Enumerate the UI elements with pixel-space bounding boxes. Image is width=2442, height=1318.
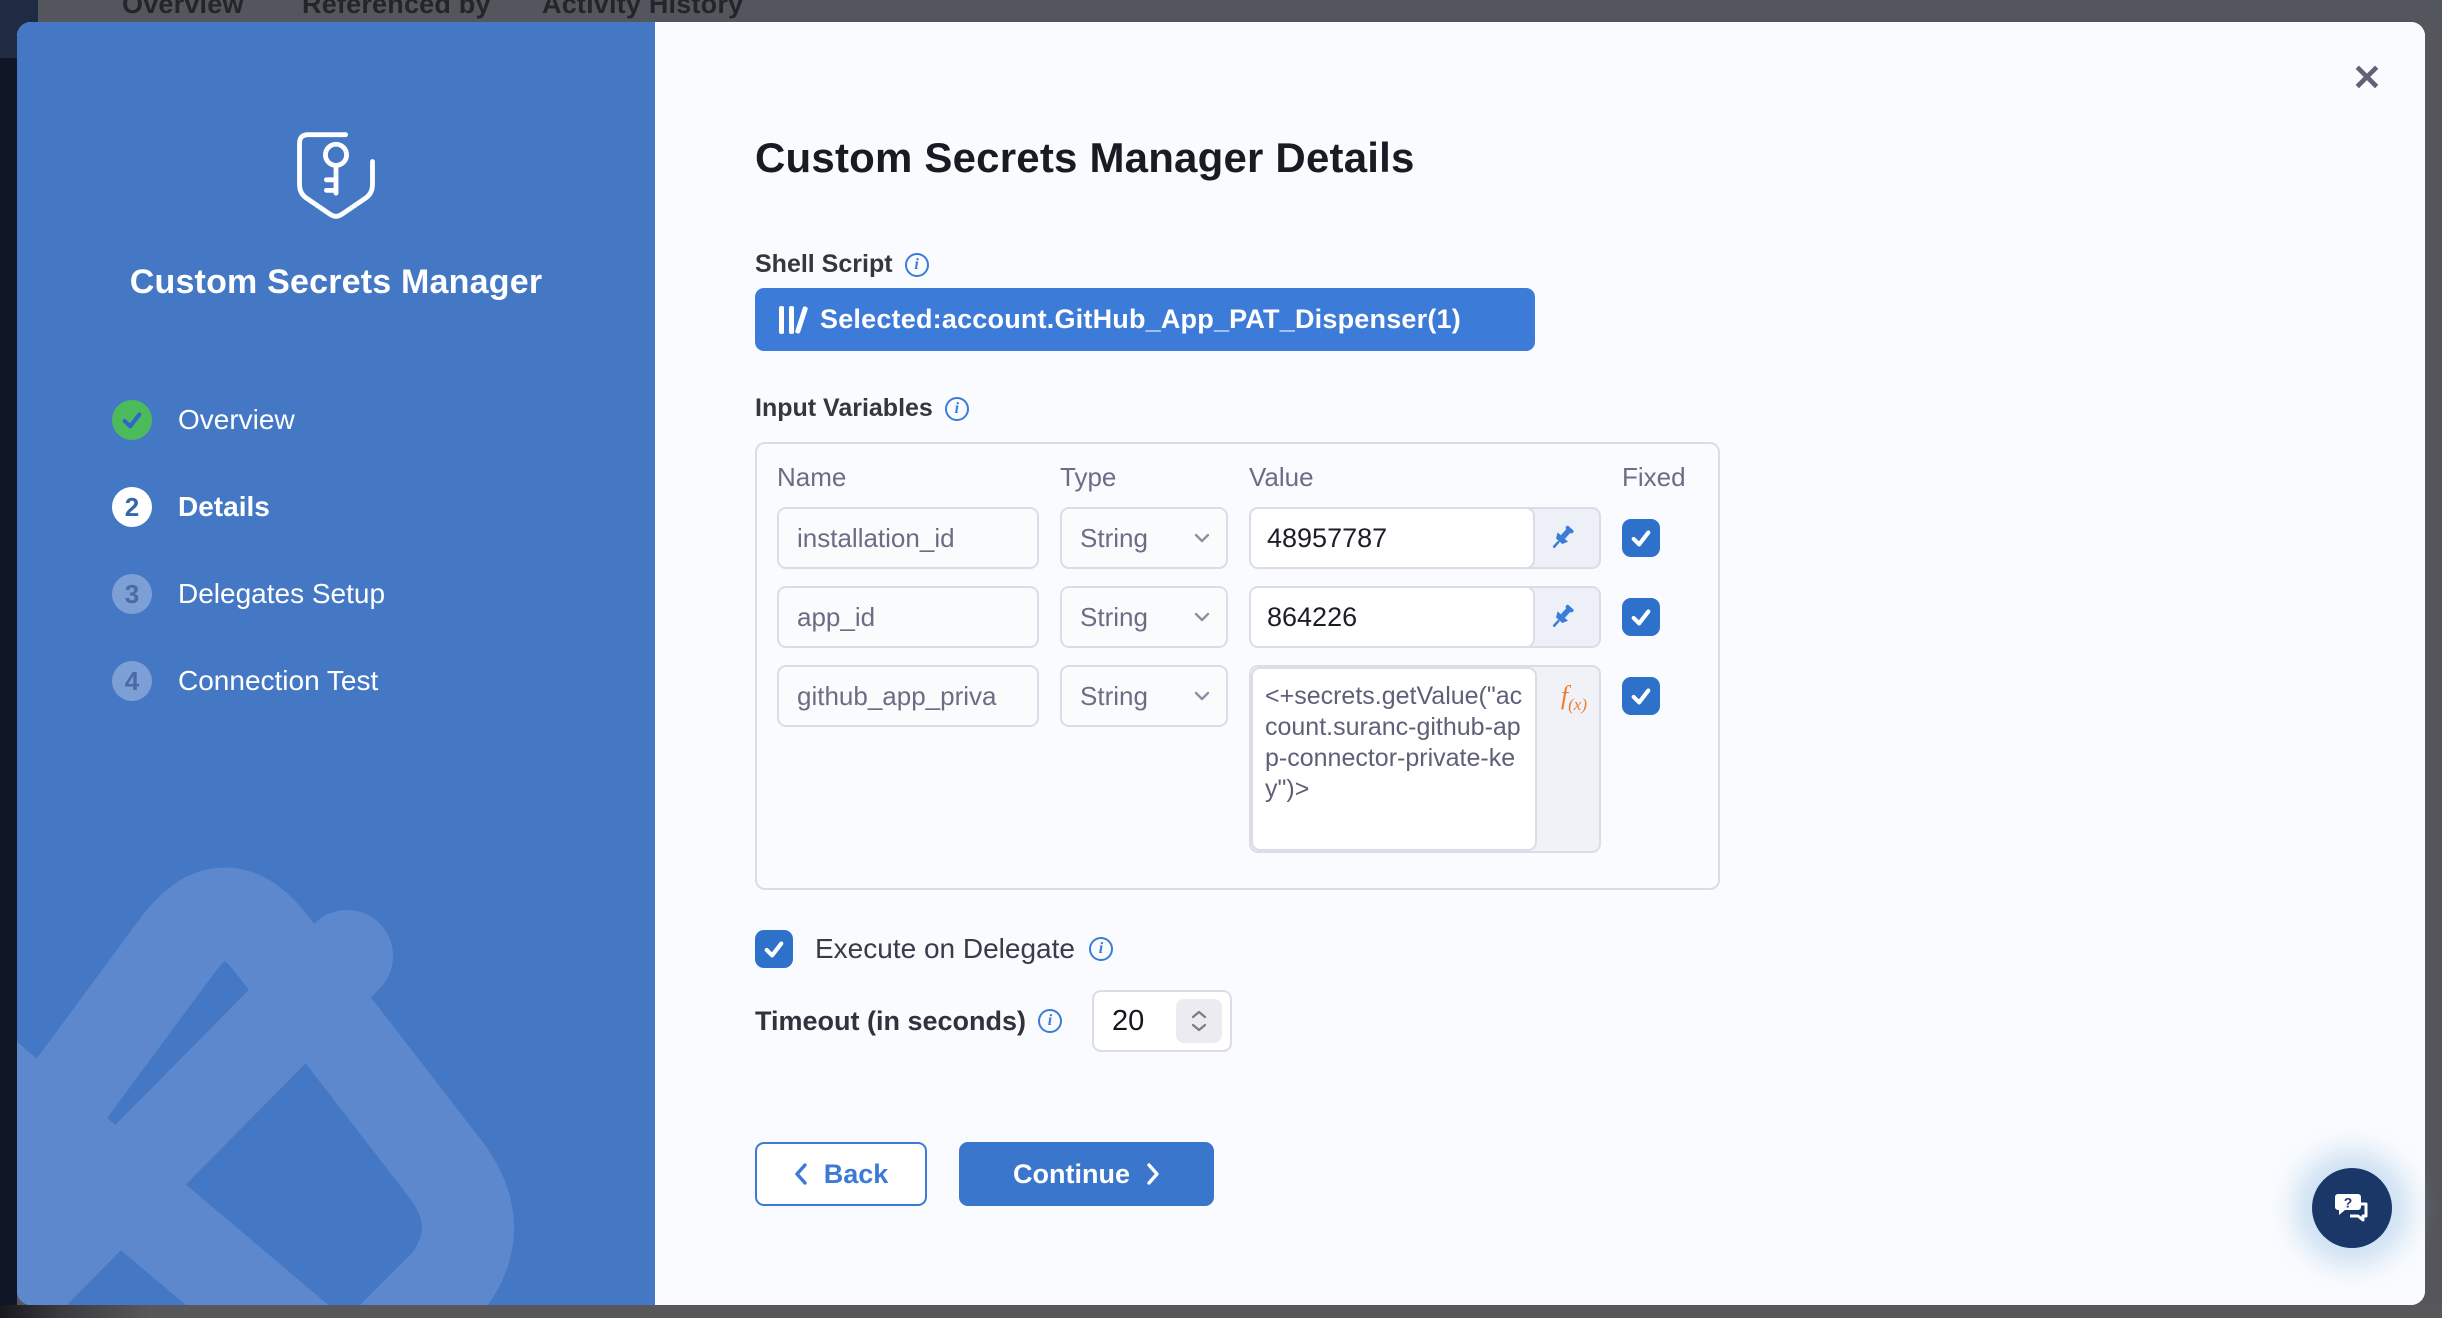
back-button[interactable]: Back bbox=[755, 1142, 927, 1206]
page-title: Custom Secrets Manager Details bbox=[755, 134, 1415, 182]
step-label: Details bbox=[178, 491, 270, 523]
brand-watermark-logo bbox=[17, 841, 655, 1305]
step-delegates-setup[interactable]: 3 Delegates Setup bbox=[112, 574, 655, 614]
execute-on-delegate-checkbox[interactable] bbox=[755, 930, 793, 968]
step-label: Delegates Setup bbox=[178, 578, 385, 610]
info-icon[interactable]: i bbox=[905, 253, 929, 277]
details-panel: ✕ Custom Secrets Manager Details Shell S… bbox=[655, 22, 2425, 1305]
wizard-buttons: Back Continue bbox=[755, 1142, 1214, 1206]
variable-value-group bbox=[1249, 586, 1601, 648]
fixed-checkbox[interactable] bbox=[1622, 677, 1660, 715]
column-header-name: Name bbox=[777, 462, 1039, 493]
pin-icon bbox=[1547, 523, 1577, 553]
type-select-value: String bbox=[1080, 602, 1148, 633]
variable-value-group bbox=[1249, 507, 1601, 569]
continue-button-label: Continue bbox=[1013, 1159, 1130, 1190]
chevron-down-icon bbox=[1194, 691, 1210, 701]
fixed-checkbox[interactable] bbox=[1622, 598, 1660, 636]
variable-name-input[interactable] bbox=[777, 665, 1039, 727]
timeout-row: Timeout (in seconds) i bbox=[755, 990, 1232, 1052]
chat-question-icon: ? bbox=[2330, 1188, 2374, 1228]
info-icon[interactable]: i bbox=[1038, 1009, 1062, 1033]
info-icon[interactable]: i bbox=[1089, 937, 1113, 961]
close-icon[interactable]: ✕ bbox=[2345, 56, 2389, 100]
input-variables-table: Name Type Value Fixed String bbox=[755, 442, 1720, 890]
step-done-check-icon bbox=[112, 400, 152, 440]
step-label: Connection Test bbox=[178, 665, 378, 697]
continue-button[interactable]: Continue bbox=[959, 1142, 1214, 1206]
timeout-input-box bbox=[1092, 990, 1232, 1052]
execute-on-delegate-label: Execute on Delegate i bbox=[815, 933, 1113, 965]
variable-name-input[interactable] bbox=[777, 586, 1039, 648]
screen: Overview Referenced by Activity History … bbox=[0, 0, 2442, 1318]
chevron-down-icon bbox=[1194, 533, 1210, 543]
input-variables-label: Input Variables i bbox=[755, 394, 969, 423]
tab-referenced-by[interactable]: Referenced by bbox=[302, 0, 491, 20]
timeout-label: Timeout (in seconds) i bbox=[755, 1006, 1062, 1037]
background-bottom-bar bbox=[0, 1305, 2442, 1318]
variable-expression-box: <+secrets.getValue("account.suranc-githu… bbox=[1249, 665, 1601, 853]
chevron-right-icon bbox=[1146, 1163, 1160, 1185]
variable-type-select[interactable]: String bbox=[1060, 507, 1228, 569]
step-connection-test[interactable]: 4 Connection Test bbox=[112, 661, 655, 701]
column-header-fixed: Fixed bbox=[1622, 462, 1682, 493]
app-nav-strip bbox=[0, 58, 17, 1318]
step-overview[interactable]: Overview bbox=[112, 400, 655, 440]
table-header-row: Name Type Value Fixed bbox=[777, 462, 1698, 493]
step-number: 4 bbox=[112, 661, 152, 701]
help-chat-button[interactable]: ? bbox=[2312, 1168, 2392, 1248]
variable-type-select[interactable]: String bbox=[1060, 586, 1228, 648]
expression-text: <+secrets.getValue("account.suranc-githu… bbox=[1265, 681, 1523, 805]
variable-type-select[interactable]: String bbox=[1060, 665, 1228, 727]
fixed-checkbox-cell bbox=[1622, 519, 1682, 557]
chevron-down-icon bbox=[1191, 1023, 1207, 1032]
timeout-stepper[interactable] bbox=[1176, 999, 1222, 1043]
step-number: 2 bbox=[112, 487, 152, 527]
step-details[interactable]: 2 Details bbox=[112, 487, 655, 527]
execute-on-delegate-label-text: Execute on Delegate bbox=[815, 933, 1075, 965]
chevron-left-icon bbox=[794, 1163, 808, 1185]
chevron-down-icon bbox=[1194, 612, 1210, 622]
fixed-checkbox-cell bbox=[1622, 677, 1682, 715]
variable-name-input[interactable] bbox=[777, 507, 1039, 569]
wizard-title: Custom Secrets Manager bbox=[17, 263, 655, 302]
svg-text:?: ? bbox=[2344, 1195, 2353, 1211]
shell-script-template-button[interactable]: Selected:account.GitHub_App_PAT_Dispense… bbox=[755, 288, 1535, 351]
pin-icon bbox=[1547, 602, 1577, 632]
fixed-checkbox-cell bbox=[1622, 598, 1682, 636]
table-row: String bbox=[777, 586, 1698, 648]
chevron-up-icon bbox=[1191, 1010, 1207, 1019]
template-library-icon bbox=[779, 306, 804, 334]
step-label: Overview bbox=[178, 404, 295, 436]
timeout-input[interactable] bbox=[1112, 1005, 1170, 1038]
shell-script-label-text: Shell Script bbox=[755, 250, 893, 279]
fixed-checkbox[interactable] bbox=[1622, 519, 1660, 557]
info-icon[interactable]: i bbox=[945, 397, 969, 421]
table-row: String <+secrets.getValue("account.suran… bbox=[777, 665, 1698, 853]
type-select-value: String bbox=[1080, 523, 1148, 554]
shell-script-label: Shell Script i bbox=[755, 250, 929, 279]
tab-activity-history[interactable]: Activity History bbox=[542, 0, 743, 20]
variable-value-input[interactable] bbox=[1249, 507, 1535, 569]
column-header-type: Type bbox=[1060, 462, 1228, 493]
table-row: String bbox=[777, 507, 1698, 569]
wizard-sidebar: Custom Secrets Manager Overview 2 Detail… bbox=[17, 22, 655, 1305]
shell-script-selected-text: Selected:account.GitHub_App_PAT_Dispense… bbox=[820, 304, 1461, 335]
input-variables-label-text: Input Variables bbox=[755, 394, 933, 423]
wizard-steps: Overview 2 Details 3 Delegates Setup 4 C… bbox=[112, 400, 655, 701]
expression-fx-icon[interactable]: f(x) bbox=[1561, 681, 1587, 715]
timeout-label-text: Timeout (in seconds) bbox=[755, 1006, 1026, 1037]
step-number: 3 bbox=[112, 574, 152, 614]
expression-textarea[interactable]: <+secrets.getValue("account.suranc-githu… bbox=[1251, 667, 1537, 851]
tab-overview[interactable]: Overview bbox=[122, 0, 244, 20]
secrets-manager-shield-key-icon bbox=[284, 127, 388, 223]
custom-secrets-manager-modal: Custom Secrets Manager Overview 2 Detail… bbox=[17, 22, 2425, 1305]
variable-value-input[interactable] bbox=[1249, 586, 1535, 648]
type-select-value: String bbox=[1080, 681, 1148, 712]
execute-on-delegate-row: Execute on Delegate i bbox=[755, 930, 1113, 968]
back-button-label: Back bbox=[824, 1159, 889, 1190]
column-header-value: Value bbox=[1249, 462, 1601, 493]
